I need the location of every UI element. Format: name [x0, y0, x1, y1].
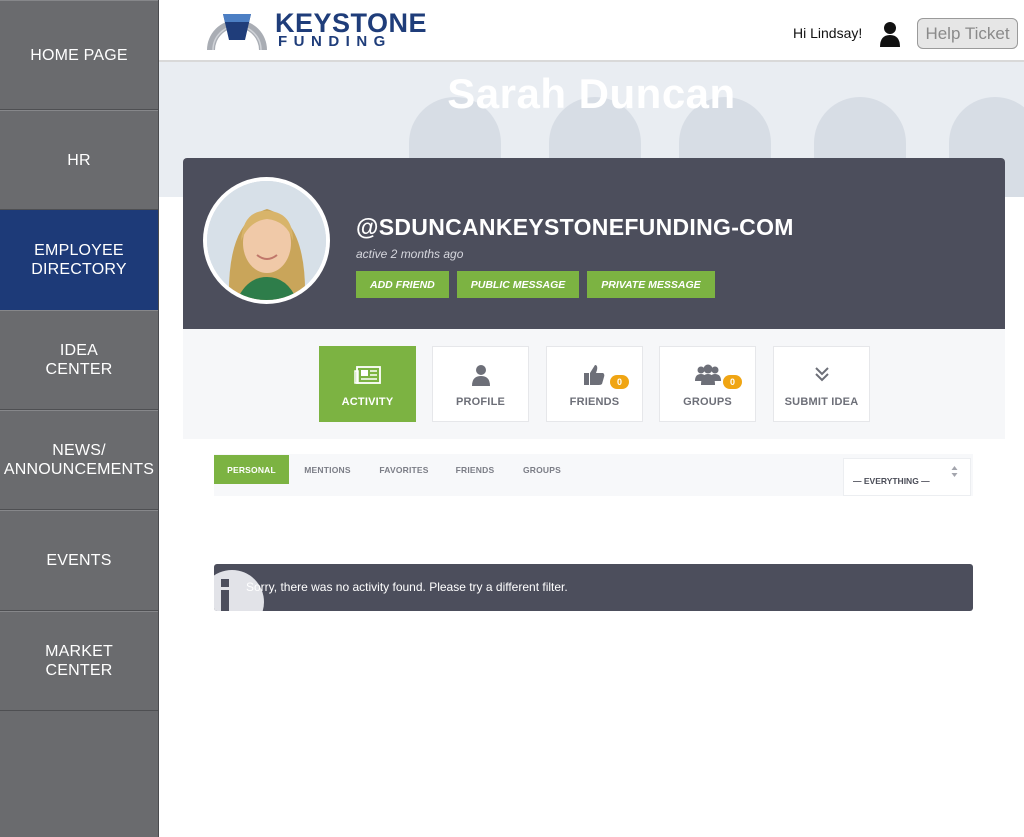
tab-label: GROUPS: [683, 396, 732, 408]
public-message-button[interactable]: PUBLIC MESSAGE: [456, 271, 580, 298]
sidebar-item-label: IDEA: [59, 342, 99, 359]
subtab-groups[interactable]: GROUPS: [514, 455, 570, 484]
sidebar-item-label: EMPLOYEE: [34, 242, 124, 259]
sidebar-item-label: HOME PAGE: [30, 46, 128, 64]
friends-count-badge: 0: [610, 375, 629, 389]
activity-filter-select[interactable]: — EVERYTHING —: [843, 458, 971, 496]
sort-arrows-icon: [951, 466, 958, 477]
sidebar-item-label: HR: [67, 151, 91, 169]
subtab-favorites[interactable]: FAVORITES: [370, 455, 438, 484]
thumbs-up-icon: [583, 365, 604, 385]
sidebar-item-market-center[interactable]: MARKET CENTER: [0, 611, 158, 711]
newspaper-icon: [353, 366, 381, 384]
filter-selected-value: — EVERYTHING —: [853, 476, 930, 486]
sidebar-item-label: DIRECTORY: [31, 261, 127, 278]
add-friend-button[interactable]: ADD FRIEND: [356, 271, 449, 298]
tab-label: PROFILE: [455, 396, 506, 408]
sidebar-item-label: NEWS/: [52, 442, 106, 459]
top-header: KEYSTONE FUNDING Hi Lindsay! Help Ticket: [159, 0, 1024, 62]
activity-subnav: PERSONAL MENTIONS FAVORITES FRIENDS GROU…: [214, 454, 973, 496]
profile-tabs: ACTIVITY PROFILE 0 FRIENDS 0 GROUPS SUBM…: [183, 329, 1005, 439]
sidebar-item-hr[interactable]: HR: [0, 110, 158, 210]
no-activity-notice: Sorry, there was no activity found. Plea…: [214, 564, 973, 611]
double-chevron-down-icon: [814, 367, 829, 382]
groups-count-badge: 0: [723, 375, 742, 389]
last-active-status: active 2 months ago: [356, 247, 464, 261]
sidebar-item-label: ANNOUNCEMENTS: [3, 461, 155, 478]
tab-profile[interactable]: PROFILE: [432, 346, 529, 422]
tab-label: ACTIVITY: [341, 396, 394, 408]
avatar-photo: [207, 181, 326, 300]
sidebar-item-label: MARKET: [45, 643, 113, 660]
subtab-mentions[interactable]: MENTIONS: [294, 455, 361, 484]
sidebar-item-home-page[interactable]: HOME PAGE: [0, 0, 158, 110]
sidebar-item-events[interactable]: EVENTS: [0, 510, 158, 611]
private-message-button[interactable]: PRIVATE MESSAGE: [587, 271, 715, 298]
tab-groups[interactable]: 0 GROUPS: [659, 346, 756, 422]
avatar[interactable]: [203, 177, 330, 304]
tab-friends[interactable]: 0 FRIENDS: [546, 346, 643, 422]
profile-actions: ADD FRIEND PUBLIC MESSAGE PRIVATE MESSAG…: [356, 271, 715, 298]
sidebar-item-label: EVENTS: [46, 552, 112, 569]
subtab-personal[interactable]: PERSONAL: [214, 455, 289, 484]
sidebar-item-idea-center[interactable]: IDEA CENTER: [0, 310, 158, 410]
help-ticket-button[interactable]: Help Ticket: [917, 18, 1018, 49]
sidebar-item-label: CENTER: [45, 361, 113, 378]
sidebar-item-news-announcements[interactable]: NEWS/ ANNOUNCEMENTS: [0, 410, 158, 510]
subtab-friends[interactable]: FRIENDS: [446, 455, 504, 484]
tab-submit-idea[interactable]: SUBMIT IDEA: [773, 346, 870, 422]
sidebar-item-label: CENTER: [45, 662, 113, 679]
keystone-arch-icon: [207, 14, 267, 51]
keystone-logo[interactable]: KEYSTONE FUNDING: [205, 10, 427, 52]
notice-message: Sorry, there was no activity found. Plea…: [246, 580, 568, 594]
group-icon: [694, 364, 721, 385]
profile-card: @SDUNCANKEYSTONEFUNDING-COM active 2 mon…: [183, 158, 1005, 664]
person-icon: [471, 365, 490, 386]
user-greeting: Hi Lindsay!: [793, 25, 863, 41]
user-icon[interactable]: [879, 20, 901, 48]
tab-label: FRIENDS: [569, 396, 620, 408]
sidebar-nav: HOME PAGE HR EMPLOYEE DIRECTORY IDEA CEN…: [0, 0, 159, 837]
sidebar-item-employee-directory[interactable]: EMPLOYEE DIRECTORY: [0, 210, 158, 310]
tab-activity[interactable]: ACTIVITY: [319, 346, 416, 422]
profile-display-name: Sarah Duncan: [447, 70, 736, 117]
tab-label: SUBMIT IDEA: [784, 396, 859, 408]
profile-handle: @SDUNCANKEYSTONEFUNDING-COM: [356, 214, 794, 240]
profile-header: @SDUNCANKEYSTONEFUNDING-COM active 2 mon…: [183, 158, 1005, 329]
logo-wordmark-bottom: FUNDING: [278, 33, 392, 50]
